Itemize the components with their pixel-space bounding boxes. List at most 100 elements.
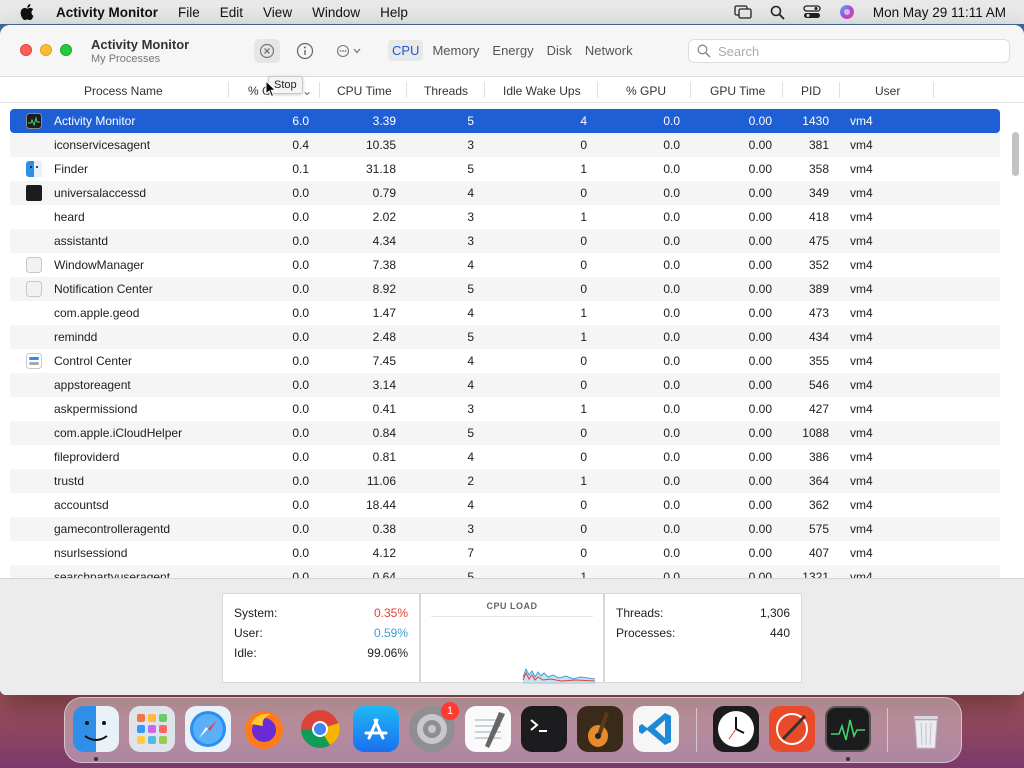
menu-help[interactable]: Help bbox=[380, 5, 408, 20]
menu-window[interactable]: Window bbox=[312, 5, 360, 20]
textedit-icon[interactable] bbox=[465, 706, 511, 752]
view-tabs: CPU Memory Energy Disk Network bbox=[388, 40, 642, 61]
col-gpu-percent[interactable]: % GPU bbox=[626, 84, 666, 98]
table-row[interactable]: com.apple.geod 0.0 1.47 4 1 0.0 0.00 473 vm4 bbox=[10, 301, 1000, 325]
processes-value: 440 bbox=[769, 626, 790, 640]
col-divider[interactable] bbox=[319, 82, 320, 98]
stop-process-button[interactable] bbox=[254, 39, 280, 63]
table-row[interactable]: com.apple.iCloudHelper 0.0 0.84 5 0 0.0 0.00 10… bbox=[10, 421, 1000, 445]
user-label: User: bbox=[234, 626, 263, 640]
tab-network[interactable]: Network bbox=[581, 40, 637, 61]
finder-icon[interactable] bbox=[73, 706, 119, 752]
table-row[interactable]: Finder 0.1 31.18 5 1 0.0 0.00 358 vm4 bbox=[10, 157, 1000, 181]
col-divider[interactable] bbox=[933, 82, 934, 98]
menu-clock[interactable]: Mon May 29 11:11 AM bbox=[873, 5, 1006, 20]
table-row[interactable]: appstoreagent 0.0 3.14 4 0 0.0 0.00 546 vm4 bbox=[10, 373, 1000, 397]
app-store-icon[interactable] bbox=[353, 706, 399, 752]
idle-wake-ups-cell: 4 bbox=[580, 114, 587, 128]
garageband-icon[interactable] bbox=[577, 706, 623, 752]
terminal-icon[interactable] bbox=[521, 706, 567, 752]
col-divider[interactable] bbox=[782, 82, 783, 98]
threads-value: 1,306 bbox=[759, 606, 790, 620]
control-center-icon[interactable] bbox=[803, 5, 821, 19]
table-row[interactable]: Notification Center 0.0 8.92 5 0 0.0 0.00 389 vm… bbox=[10, 277, 1000, 301]
table-row[interactable]: fileproviderd 0.0 0.81 4 0 0.0 0.00 386 vm4 bbox=[10, 445, 1000, 469]
cpu-time-cell: 7.45 bbox=[372, 354, 396, 368]
table-row[interactable]: WindowManager 0.0 7.38 4 0 0.0 0.00 352 vm4 bbox=[10, 253, 1000, 277]
threads-cell: 3 bbox=[467, 210, 474, 224]
firefox-icon[interactable] bbox=[241, 706, 287, 752]
process-name-cell: Activity Monitor bbox=[54, 114, 136, 128]
table-scrollbar[interactable] bbox=[1012, 132, 1019, 176]
launchpad-icon[interactable] bbox=[129, 706, 175, 752]
pid-cell: 358 bbox=[808, 162, 829, 176]
close-window-button[interactable] bbox=[20, 44, 32, 56]
activity-monitor-icon[interactable] bbox=[825, 706, 871, 752]
col-divider[interactable] bbox=[484, 82, 485, 98]
col-pid[interactable]: PID bbox=[801, 84, 821, 98]
safari-icon[interactable] bbox=[185, 706, 231, 752]
table-row[interactable]: askpermissiond 0.0 0.41 3 1 0.0 0.00 427 vm4 bbox=[10, 397, 1000, 421]
minimize-window-button[interactable] bbox=[40, 44, 52, 56]
col-process-name[interactable]: Process Name bbox=[84, 84, 163, 98]
idle-wake-ups-cell: 0 bbox=[580, 138, 587, 152]
table-row[interactable]: remindd 0.0 2.48 5 1 0.0 0.00 434 vm4 bbox=[10, 325, 1000, 349]
activity-monitor-running-dot bbox=[846, 757, 850, 761]
tab-cpu[interactable]: CPU bbox=[388, 40, 424, 61]
gpu-time-cell: 0.00 bbox=[748, 114, 772, 128]
col-divider[interactable] bbox=[690, 82, 691, 98]
user-cell: vm4 bbox=[850, 258, 873, 272]
idle-wake-ups-cell: 1 bbox=[580, 330, 587, 344]
chrome-icon[interactable] bbox=[297, 706, 343, 752]
apple-menu-icon[interactable] bbox=[16, 4, 38, 20]
col-divider[interactable] bbox=[839, 82, 840, 98]
more-actions-button[interactable] bbox=[332, 39, 366, 63]
trash-icon[interactable] bbox=[903, 706, 949, 752]
menu-file[interactable]: File bbox=[178, 5, 200, 20]
display-mirror-icon[interactable] bbox=[734, 5, 752, 19]
col-divider[interactable] bbox=[406, 82, 407, 98]
col-gpu-time[interactable]: GPU Time bbox=[710, 84, 765, 98]
col-idle-wake-ups[interactable]: Idle Wake Ups bbox=[503, 84, 581, 98]
spotlight-search-icon[interactable] bbox=[770, 5, 785, 20]
menu-edit[interactable]: Edit bbox=[220, 5, 243, 20]
vscode-icon[interactable] bbox=[633, 706, 679, 752]
inspect-process-button[interactable] bbox=[292, 39, 318, 63]
window-subtitle[interactable]: My Processes bbox=[91, 53, 189, 65]
table-row[interactable]: assistantd 0.0 4.34 3 0 0.0 0.00 475 vm4 bbox=[10, 229, 1000, 253]
table-row[interactable]: Control Center 0.0 7.45 4 0 0.0 0.00 355 vm4 bbox=[10, 349, 1000, 373]
table-row[interactable]: nsurlsessiond 0.0 4.12 7 0 0.0 0.00 407 vm4 bbox=[10, 541, 1000, 565]
clock-icon[interactable] bbox=[713, 706, 759, 752]
col-divider[interactable] bbox=[228, 82, 229, 98]
zoom-window-button[interactable] bbox=[60, 44, 72, 56]
search-field[interactable]: Search bbox=[688, 39, 1010, 63]
table-row[interactable]: iconservicesagent 0.4 10.35 3 0 0.0 0.00 381 vm4 bbox=[10, 133, 1000, 157]
tab-memory[interactable]: Memory bbox=[428, 40, 483, 61]
tab-energy[interactable]: Energy bbox=[488, 40, 537, 61]
table-row[interactable]: trustd 0.0 11.06 2 1 0.0 0.00 364 vm4 bbox=[10, 469, 1000, 493]
cpu-load-graph bbox=[431, 616, 596, 684]
pid-cell: 546 bbox=[808, 378, 829, 392]
siri-icon[interactable] bbox=[839, 4, 855, 20]
table-row[interactable]: gamecontrolleragentd 0.0 0.38 3 0 0.0 0.00 575 v… bbox=[10, 517, 1000, 541]
table-row[interactable]: Activity Monitor 6.0 3.39 5 4 0.0 0.00 1430 vm4 bbox=[10, 109, 1000, 133]
pid-cell: 1430 bbox=[802, 114, 829, 128]
menu-view[interactable]: View bbox=[263, 5, 292, 20]
table-row[interactable]: searchpartyuseragent 0.0 0.64 5 1 0.0 0.00 1321… bbox=[10, 565, 1000, 579]
table-row[interactable]: heard 0.0 2.02 3 1 0.0 0.00 418 vm4 bbox=[10, 205, 1000, 229]
finder-running-dot bbox=[94, 757, 98, 761]
col-user[interactable]: User bbox=[875, 84, 900, 98]
table-row[interactable]: universalaccessd 0.0 0.79 4 0 0.0 0.00 349 vm4 bbox=[10, 181, 1000, 205]
col-threads[interactable]: Threads bbox=[424, 84, 468, 98]
tab-disk[interactable]: Disk bbox=[543, 40, 576, 61]
idle-wake-ups-cell: 1 bbox=[580, 402, 587, 416]
gpu-percent-cell: 0.0 bbox=[663, 186, 680, 200]
col-divider[interactable] bbox=[597, 82, 598, 98]
menu-app-name[interactable]: Activity Monitor bbox=[56, 5, 158, 20]
process-name-cell: com.apple.geod bbox=[54, 306, 140, 320]
table-row[interactable]: accountsd 0.0 18.44 4 0 0.0 0.00 362 vm4 bbox=[10, 493, 1000, 517]
sort-descending-icon[interactable]: ⌄ bbox=[302, 84, 312, 98]
instruments-icon[interactable] bbox=[769, 706, 815, 752]
window-controls bbox=[20, 44, 72, 56]
col-cpu-time[interactable]: CPU Time bbox=[337, 84, 392, 98]
